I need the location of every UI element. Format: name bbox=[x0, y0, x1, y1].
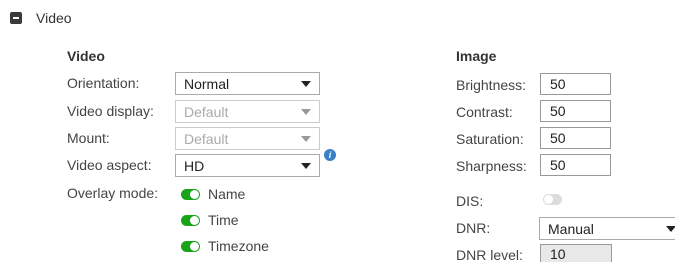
overlay-timezone-label: Timezone bbox=[208, 238, 269, 254]
sharpness-label: Sharpness: bbox=[456, 158, 527, 174]
dis-label: DIS: bbox=[456, 193, 484, 209]
collapse-icon[interactable] bbox=[10, 12, 22, 24]
video-display-value: Default bbox=[184, 103, 229, 120]
overlay-time-toggle[interactable] bbox=[181, 214, 200, 226]
section-title: Video bbox=[36, 10, 72, 26]
chevron-down-icon bbox=[301, 163, 311, 169]
dnr-level-input[interactable]: 10 bbox=[540, 244, 612, 262]
dis-toggle[interactable] bbox=[543, 194, 562, 205]
dnr-label: DNR: bbox=[456, 220, 491, 236]
chevron-down-icon bbox=[301, 136, 311, 142]
brightness-input[interactable]: 50 bbox=[540, 73, 611, 95]
overlay-timezone-row: Timezone bbox=[181, 238, 269, 254]
brightness-label: Brightness: bbox=[456, 77, 527, 93]
sharpness-input[interactable]: 50 bbox=[540, 154, 611, 176]
video-display-select[interactable]: Default bbox=[175, 100, 320, 123]
video-aspect-select[interactable]: HD bbox=[175, 154, 320, 177]
orientation-select[interactable]: Normal bbox=[175, 72, 320, 95]
saturation-label: Saturation: bbox=[456, 131, 524, 147]
chevron-down-icon bbox=[301, 109, 311, 115]
orientation-label: Orientation: bbox=[67, 75, 140, 91]
overlay-name-label: Name bbox=[208, 186, 246, 202]
chevron-down-icon bbox=[301, 81, 311, 87]
overlay-time-label: Time bbox=[208, 212, 239, 228]
video-display-label: Video display: bbox=[67, 103, 154, 119]
chevron-down-icon bbox=[666, 226, 675, 232]
video-section-header[interactable]: Video bbox=[10, 10, 72, 26]
info-icon[interactable]: i bbox=[324, 149, 336, 161]
mount-select[interactable]: Default bbox=[175, 127, 320, 150]
overlay-time-row: Time bbox=[181, 212, 239, 228]
video-column-title: Video bbox=[67, 48, 105, 64]
dnr-select[interactable]: Manual bbox=[539, 217, 675, 240]
overlay-name-toggle[interactable] bbox=[181, 188, 200, 200]
mount-label: Mount: bbox=[67, 130, 110, 146]
contrast-input[interactable]: 50 bbox=[540, 100, 611, 122]
overlay-mode-label: Overlay mode: bbox=[67, 185, 159, 201]
video-aspect-value: HD bbox=[184, 157, 205, 174]
orientation-value: Normal bbox=[184, 75, 230, 92]
dnr-value: Manual bbox=[548, 220, 594, 237]
saturation-input[interactable]: 50 bbox=[540, 127, 611, 149]
contrast-label: Contrast: bbox=[456, 104, 513, 120]
overlay-timezone-toggle[interactable] bbox=[181, 240, 200, 252]
mount-value: Default bbox=[184, 130, 229, 147]
image-column-title: Image bbox=[456, 48, 497, 64]
overlay-name-row: Name bbox=[181, 186, 245, 202]
video-aspect-label: Video aspect: bbox=[67, 157, 152, 173]
dnr-level-label: DNR level: bbox=[456, 247, 523, 262]
